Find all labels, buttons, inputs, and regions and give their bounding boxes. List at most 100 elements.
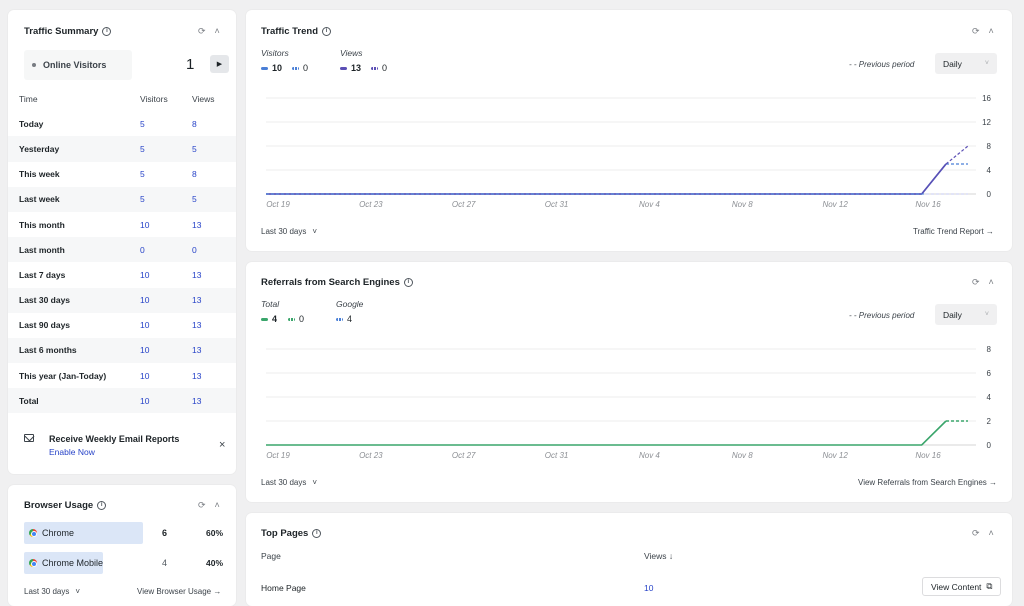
row-visitors[interactable]: 10 (140, 320, 192, 330)
table-row: Last 30 days 10 13 (8, 287, 236, 313)
row-views[interactable]: 13 (192, 295, 201, 305)
card-controls: ⟳ ˄ (972, 26, 994, 37)
row-visitors[interactable]: 10 (140, 220, 192, 230)
previous-period-label: - - Previous period (849, 311, 915, 320)
row-visitors[interactable]: 10 (140, 371, 192, 381)
x-tick-label: Oct 27 (452, 200, 476, 209)
row-views[interactable]: 13 (192, 270, 201, 280)
row-views[interactable]: 13 (192, 320, 201, 330)
row-views[interactable]: 8 (192, 119, 197, 129)
table-header: Time Visitors Views (8, 86, 236, 111)
legend-group-visitors: Visitors (261, 48, 289, 58)
play-icon[interactable]: ▶ (210, 55, 229, 73)
info-icon[interactable]: i (102, 27, 112, 36)
legend-swatch (340, 66, 347, 70)
refresh-icon[interactable]: ⟳ (972, 26, 980, 37)
legend-views-previous[interactable]: 0 (371, 63, 387, 73)
header-views-sort[interactable]: Views ↓ (644, 551, 673, 561)
view-browser-usage-link[interactable]: View Browser Usage → (137, 587, 221, 596)
row-label: This week (19, 169, 60, 180)
x-tick-label: Nov 12 (822, 200, 848, 209)
x-tick-label: Nov 12 (822, 451, 848, 460)
legend-group-google: Google (336, 299, 364, 309)
chevron-up-icon[interactable]: ˄ (989, 528, 994, 539)
table-row: Last month 0 0 (8, 237, 236, 263)
row-views[interactable]: 8 (192, 169, 197, 179)
x-tick-label: Oct 19 (266, 200, 290, 209)
info-icon[interactable]: i (97, 501, 107, 510)
legend-value: 10 (272, 63, 283, 73)
legend-total-previous[interactable]: 0 (288, 314, 304, 324)
legend-value: 4 (347, 314, 353, 324)
chevron-up-icon[interactable]: ˄ (989, 277, 994, 288)
external-link-icon: ⧉ (986, 581, 993, 591)
row-visitors[interactable]: 5 (140, 169, 192, 179)
table-row: This week 5 8 (8, 162, 236, 187)
online-visitors-box: Online Visitors (24, 50, 132, 80)
traffic-summary-table: Time Visitors Views Today 5 8 Yesterday … (8, 86, 236, 414)
enable-now-link[interactable]: Enable Now (49, 447, 95, 457)
row-views[interactable]: 13 (192, 345, 201, 355)
row-views[interactable]: 13 (192, 220, 201, 230)
x-tick-label: Oct 23 (359, 200, 383, 209)
legend-views-current[interactable]: 13 (340, 63, 361, 73)
legend-google[interactable]: 4 (336, 314, 352, 324)
legend-group-total: Total (261, 299, 280, 309)
header-visitors: Visitors (140, 93, 168, 104)
refresh-icon[interactable]: ⟳ (198, 500, 206, 511)
row-views[interactable]: 13 (192, 371, 201, 381)
close-icon[interactable]: × (219, 439, 225, 451)
view-referrals-link[interactable]: View Referrals from Search Engines → (858, 478, 997, 487)
online-visitors-count: 1 (186, 56, 195, 73)
info-icon[interactable]: i (322, 27, 332, 36)
legend-visitors-current[interactable]: 10 (261, 63, 282, 73)
period-dropdown[interactable]: Last 30 days ˅ (24, 587, 80, 596)
period-dropdown[interactable]: Last 30 days ˅ (261, 227, 317, 236)
search-engines-card: Referrals from Search Engines i ⟳ ˄ Tota… (246, 262, 1012, 502)
refresh-icon[interactable]: ⟳ (972, 528, 980, 539)
series-line (266, 420, 947, 446)
interval-select[interactable]: Daily ˅ (935, 53, 997, 74)
info-icon[interactable]: i (403, 278, 413, 287)
row-visitors[interactable]: 5 (140, 144, 192, 154)
interval-select[interactable]: Daily ˅ (935, 304, 997, 325)
row-visitors[interactable]: 10 (140, 295, 192, 305)
y-tick-label: 4 (987, 166, 992, 175)
row-views[interactable]: 0 (192, 245, 197, 255)
chevron-up-icon[interactable]: ˄ (989, 26, 994, 37)
view-content-button[interactable]: View Content ⧉ (922, 577, 1002, 596)
refresh-icon[interactable]: ⟳ (972, 277, 980, 288)
legend-total-current[interactable]: 4 (261, 314, 277, 324)
y-tick-label: 2 (987, 417, 992, 426)
row-views[interactable]: 13 (192, 396, 201, 406)
row-label: Today (19, 118, 44, 129)
row-visitors[interactable]: 10 (140, 270, 192, 280)
row-visitors[interactable]: 0 (140, 245, 192, 255)
search-engines-title-text: Referrals from Search Engines (261, 277, 400, 288)
refresh-icon[interactable]: ⟳ (198, 26, 206, 37)
chevron-up-icon[interactable]: ˄ (215, 26, 220, 37)
header-page: Page (261, 551, 281, 561)
traffic-trend-report-link[interactable]: Traffic Trend Report → (913, 227, 994, 236)
x-tick-label: Nov 16 (915, 451, 941, 460)
legend-value: 0 (382, 63, 388, 73)
row-visitors[interactable]: 5 (140, 194, 192, 204)
row-visitors[interactable]: 5 (140, 119, 192, 129)
info-icon[interactable]: i (312, 529, 322, 538)
y-tick-label: 8 (987, 142, 992, 151)
chevron-up-icon[interactable]: ˄ (215, 500, 220, 511)
browser-name-text: Chrome Mobile (42, 558, 104, 568)
row-visitors[interactable]: 10 (140, 345, 192, 355)
traffic-summary-card: Traffic Summary i ⟳ ˄ Online Visitors 1 … (8, 10, 236, 474)
row-views[interactable]: 5 (192, 144, 197, 154)
period-dropdown[interactable]: Last 30 days ˅ (261, 478, 317, 487)
row-visitors[interactable]: 10 (140, 396, 192, 406)
x-tick-label: Oct 31 (545, 200, 569, 209)
row-label: Last 7 days (19, 269, 66, 280)
legend-visitors-previous[interactable]: 0 (292, 63, 308, 73)
x-tick-label: Nov 4 (639, 200, 660, 209)
legend-swatch (288, 317, 295, 321)
y-tick-label: 4 (987, 393, 992, 402)
traffic-trend-title-text: Traffic Trend (261, 26, 319, 37)
row-views[interactable]: 5 (192, 194, 197, 204)
